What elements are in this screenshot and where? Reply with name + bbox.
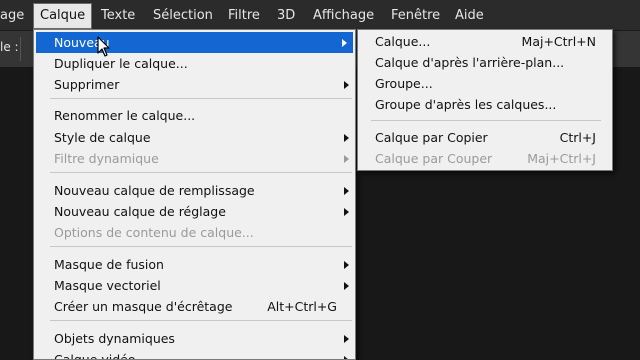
submenu-item-groupe[interactable]: Groupe... xyxy=(358,73,612,94)
menu-item-renommer[interactable]: Renommer le calque... xyxy=(34,105,355,126)
menu-item-label: Nouveau calque de réglage xyxy=(54,204,226,219)
menu-item-calque-remplissage[interactable]: Nouveau calque de remplissage xyxy=(34,180,355,201)
menu-item-label: Masque vectoriel xyxy=(54,278,161,293)
menu-bar: age Calque Texte Sélection Filtre 3D Aff… xyxy=(0,0,640,31)
menu-item-label: Style de calque xyxy=(54,130,151,145)
submenu-item-shortcut: Maj+Ctrl+N xyxy=(521,34,596,49)
submenu-item-shortcut: Maj+Ctrl+J xyxy=(527,151,596,166)
options-divider xyxy=(20,37,21,61)
menu-item-masque-ecretage[interactable]: Créer un masque d'écrêtage Alt+Ctrl+G xyxy=(34,296,355,317)
menu-separator xyxy=(50,98,352,99)
calque-menu: Nouveau Dupliquer le calque... Supprimer… xyxy=(33,29,356,360)
submenu-item-calque[interactable]: Calque... Maj+Ctrl+N xyxy=(358,31,612,52)
submenu-item-label: Calque par Couper xyxy=(375,151,493,166)
menu-texte[interactable]: Texte xyxy=(101,0,135,31)
submenu-item-label: Calque par Copier xyxy=(375,130,488,145)
submenu-arrow-icon xyxy=(344,208,349,216)
submenu-separator xyxy=(371,120,601,121)
nouveau-submenu: Calque... Maj+Ctrl+N Calque d'après l'ar… xyxy=(357,29,613,171)
submenu-item-label: Groupe d'après les calques... xyxy=(375,97,557,112)
menu-separator xyxy=(50,246,352,247)
menu-separator xyxy=(50,172,352,173)
menu-image[interactable]: age xyxy=(0,0,24,31)
menu-item-style[interactable]: Style de calque xyxy=(34,127,355,148)
submenu-item-calque-couper: Calque par Couper Maj+Ctrl+J xyxy=(358,148,612,169)
menu-item-label: Nouveau calque de remplissage xyxy=(54,183,255,198)
menu-fenetre[interactable]: Fenêtre xyxy=(391,0,440,31)
menu-item-nouveau[interactable]: Nouveau xyxy=(36,32,353,53)
menu-item-calque-video[interactable]: Calque vidéo xyxy=(34,349,355,360)
menu-item-label: Dupliquer le calque... xyxy=(54,56,188,71)
submenu-arrow-icon xyxy=(342,39,347,47)
submenu-arrow-icon xyxy=(344,81,349,89)
submenu-arrow-icon xyxy=(344,187,349,195)
menu-item-label: Objets dynamiques xyxy=(54,331,175,346)
options-label: le : xyxy=(0,40,19,54)
menu-calque[interactable]: Calque xyxy=(33,3,93,29)
menu-item-label: Options de contenu de calque... xyxy=(54,225,254,240)
menu-item-dupliquer[interactable]: Dupliquer le calque... xyxy=(34,53,355,74)
menu-filtre[interactable]: Filtre xyxy=(228,0,260,31)
menu-item-label: Créer un masque d'écrêtage xyxy=(54,299,233,314)
menu-item-label: Masque de fusion xyxy=(54,257,164,272)
menu-item-supprimer[interactable]: Supprimer xyxy=(34,74,355,95)
mouse-cursor-icon xyxy=(97,36,110,57)
menu-item-objets-dynamiques[interactable]: Objets dynamiques xyxy=(34,328,355,349)
submenu-arrow-icon xyxy=(344,261,349,269)
submenu-item-calque-copier[interactable]: Calque par Copier Ctrl+J xyxy=(358,127,612,148)
submenu-item-label: Calque d'après l'arrière-plan... xyxy=(375,55,565,70)
submenu-arrow-icon xyxy=(344,134,349,142)
menu-item-label: Filtre dynamique xyxy=(54,151,159,166)
menu-item-masque-vectoriel[interactable]: Masque vectoriel xyxy=(34,275,355,296)
menu-item-label: Calque vidéo xyxy=(54,352,136,360)
submenu-item-groupe-calques[interactable]: Groupe d'après les calques... xyxy=(358,94,612,115)
submenu-item-label: Calque... xyxy=(375,34,431,49)
menu-3d[interactable]: 3D xyxy=(277,0,295,31)
menu-item-shortcut: Alt+Ctrl+G xyxy=(267,299,337,314)
submenu-item-calque-arriere-plan[interactable]: Calque d'après l'arrière-plan... xyxy=(358,52,612,73)
menu-separator xyxy=(50,320,352,321)
menu-item-calque-reglage[interactable]: Nouveau calque de réglage xyxy=(34,201,355,222)
submenu-arrow-icon xyxy=(344,356,349,359)
menu-item-masque-fusion[interactable]: Masque de fusion xyxy=(34,254,355,275)
submenu-arrow-icon xyxy=(344,335,349,343)
menu-aide[interactable]: Aide xyxy=(455,0,484,31)
submenu-arrow-icon xyxy=(344,282,349,290)
submenu-arrow-icon xyxy=(344,155,349,163)
submenu-item-shortcut: Ctrl+J xyxy=(559,130,596,145)
menu-item-label: Supprimer xyxy=(54,77,120,92)
menu-item-options-contenu: Options de contenu de calque... xyxy=(34,222,355,243)
menu-affichage[interactable]: Affichage xyxy=(313,0,374,31)
menu-item-filtre-dynamique: Filtre dynamique xyxy=(34,148,355,169)
submenu-item-label: Groupe... xyxy=(375,76,433,91)
menu-item-label: Renommer le calque... xyxy=(54,108,196,123)
menu-selection[interactable]: Sélection xyxy=(153,0,213,31)
